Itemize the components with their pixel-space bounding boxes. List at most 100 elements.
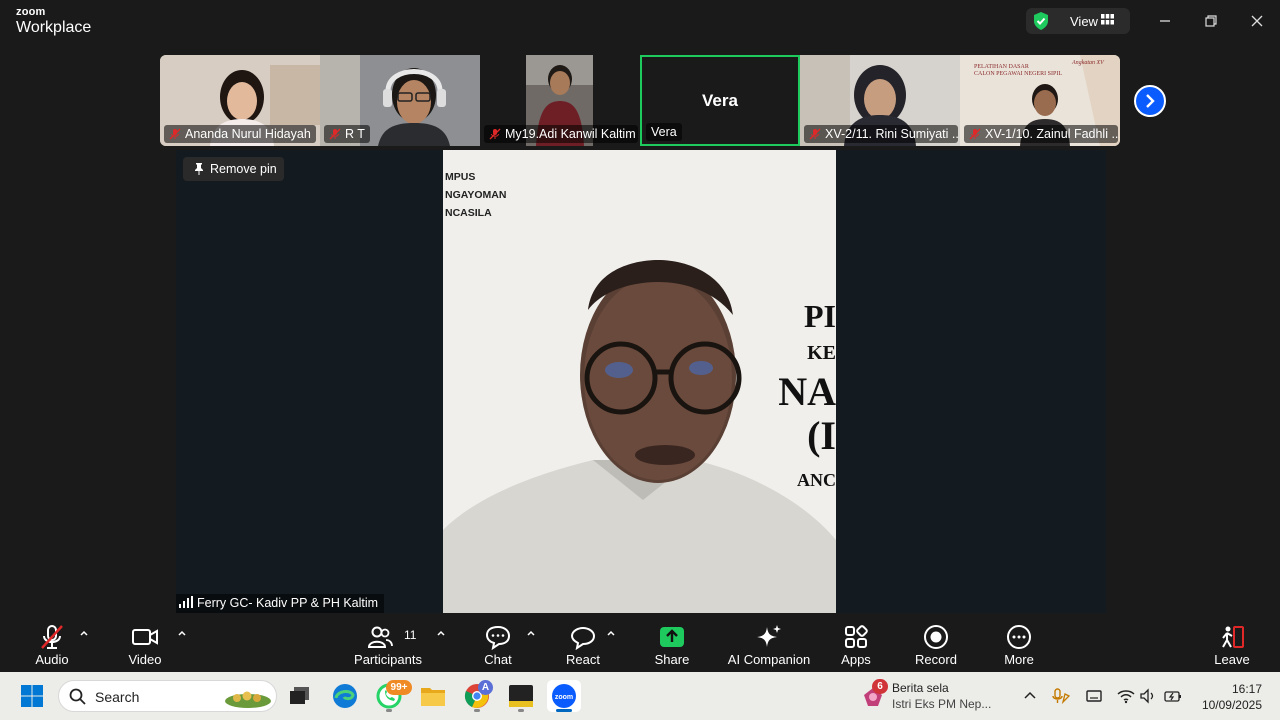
search-label: Search: [95, 689, 140, 705]
running-indicator: [474, 709, 480, 712]
participants-count: 11: [404, 628, 417, 642]
muted-mic-icon: [169, 128, 181, 140]
more-label: More: [1004, 652, 1034, 667]
slide-title-text: PELATIHAN DASAR: [974, 64, 1029, 70]
more-button[interactable]: More: [989, 613, 1049, 671]
chevron-up-icon[interactable]: [1021, 688, 1039, 704]
active-indicator: [556, 709, 572, 712]
apps-button[interactable]: Apps: [826, 613, 886, 671]
muted-mic-icon: [809, 128, 821, 140]
participant-tile[interactable]: R T: [320, 55, 480, 146]
speaker-name-text: Ferry GC- Kadiv PP & PH Kaltim: [197, 596, 379, 610]
muted-mic-icon: [969, 128, 981, 140]
taskbar-app-task-view[interactable]: [283, 680, 317, 712]
running-indicator: [518, 709, 524, 712]
news-badge: 6: [872, 679, 888, 694]
taskbar-clock[interactable]: 16:17 10/09/2025: [1202, 681, 1262, 713]
remove-pin-label: Remove pin: [210, 162, 277, 176]
chevron-up-icon[interactable]: [176, 627, 188, 639]
taskbar-app-terminal[interactable]: [504, 680, 538, 712]
muted-mic-icon: [41, 625, 63, 649]
close-icon[interactable]: [1246, 10, 1268, 32]
taskbar-search-box[interactable]: Search: [58, 680, 277, 712]
speaker-name-label: Ferry GC- Kadiv PP & PH Kaltim: [176, 594, 385, 613]
whatsapp-badge: 99+: [386, 680, 412, 695]
svg-text:zoom: zoom: [555, 694, 573, 701]
news-title: Berita sela: [892, 681, 949, 695]
participant-name: R T: [324, 125, 370, 143]
mic-in-use-icon[interactable]: [1052, 688, 1070, 704]
audio-button[interactable]: Audio: [22, 613, 82, 671]
participants-icon: [367, 626, 393, 648]
participant-name: Ananda Nurul Hidayah: [164, 125, 316, 143]
speaker-video: MPUS NGAYOMAN NCASILA PI KE NA (I ANC: [443, 150, 836, 613]
participant-name: XV-2/11. Rini Sumiyati ...: [804, 125, 958, 143]
volume-icon[interactable]: [1139, 688, 1157, 704]
minimize-icon[interactable]: [1154, 10, 1176, 32]
participant-tile[interactable]: My19.Adi Kanwil Kaltim: [480, 55, 640, 146]
restore-icon[interactable]: [1200, 10, 1222, 32]
edge-browser-icon: [333, 684, 357, 708]
chevron-up-icon[interactable]: [605, 627, 617, 639]
ai-companion-button[interactable]: AI Companion: [726, 613, 812, 671]
record-label: Record: [915, 652, 957, 667]
chevron-up-icon[interactable]: [525, 627, 537, 639]
leave-door-icon: [1222, 626, 1244, 648]
chat-button[interactable]: Chat: [468, 613, 528, 671]
pin-icon: [195, 163, 203, 175]
clock-date: 10/09/2025: [1201, 698, 1262, 712]
display-icon[interactable]: [1085, 688, 1103, 704]
leave-button[interactable]: Leave: [1202, 613, 1262, 671]
ai-companion-label: AI Companion: [727, 652, 811, 667]
running-indicator: [386, 709, 392, 712]
meeting-toolbar: Audio Video Participants 11 Chat React S…: [0, 613, 1280, 671]
participant-name-text: XV-1/10. Zainul Fadhli ...: [985, 127, 1118, 141]
participant-big-name: Vera: [702, 91, 738, 110]
participant-name: Vera: [646, 123, 682, 141]
react-button[interactable]: React: [553, 613, 613, 671]
chat-label: Chat: [484, 652, 512, 667]
share-button[interactable]: Share: [642, 613, 702, 671]
participant-name-text: R T: [345, 127, 365, 141]
taskbar-app-file-explorer[interactable]: [416, 680, 450, 712]
windows-taskbar: Search 99+ A zoom 6 Berita sela Istri Ek…: [0, 672, 1280, 720]
news-subtitle: Istri Eks PM Nep...: [892, 697, 992, 711]
participant-tile[interactable]: Ananda Nurul Hidayah: [160, 55, 320, 146]
title-bar: zoom Workplace View: [0, 0, 1280, 45]
view-label: View: [1070, 14, 1098, 29]
audio-label: Audio: [35, 652, 69, 667]
remove-pin-button[interactable]: Remove pin: [183, 157, 284, 181]
wifi-icon[interactable]: [1117, 688, 1135, 704]
task-view-icon: [290, 687, 309, 704]
speaker-figure: [443, 260, 836, 613]
logo-zoom-text: zoom: [16, 6, 46, 18]
chevron-up-icon[interactable]: [78, 627, 90, 639]
video-camera-icon: [132, 629, 158, 645]
news-widget[interactable]: 6 Berita sela Istri Eks PM Nep...: [858, 679, 998, 712]
share-label: Share: [654, 652, 690, 667]
windows-start-icon[interactable]: [21, 685, 43, 707]
next-page-button[interactable]: [1134, 85, 1166, 117]
chevron-up-icon[interactable]: [435, 627, 447, 639]
chevron-right-icon: [1146, 94, 1155, 108]
participant-name-text: Vera: [651, 125, 677, 139]
participant-tile-active-speaker[interactable]: Vera Vera: [640, 55, 800, 146]
apps-label: Apps: [841, 652, 871, 667]
participant-name: XV-1/10. Zainul Fadhli ...: [964, 125, 1118, 143]
participant-tile[interactable]: PELATIHAN DASAR CALON PEGAWAI NEGERI SIP…: [960, 55, 1120, 146]
folder-icon: [421, 688, 445, 706]
video-button[interactable]: Video: [115, 613, 175, 671]
signal-bars-icon: [179, 596, 193, 608]
taskbar-app-edge[interactable]: [328, 680, 362, 712]
slide-badge-text: Angkatan XV: [1072, 60, 1104, 66]
security-shield-icon[interactable]: [1032, 11, 1050, 31]
participant-tile[interactable]: XV-2/11. Rini Sumiyati ...: [800, 55, 960, 146]
taskbar-app-zoom[interactable]: zoom: [547, 680, 581, 712]
heart-icon: [570, 626, 596, 650]
participants-button[interactable]: Participants: [353, 613, 423, 671]
chat-bubble-icon: [485, 625, 511, 650]
chrome-profile-badge: A: [478, 680, 493, 695]
battery-charging-icon[interactable]: [1164, 688, 1182, 704]
record-button[interactable]: Record: [906, 613, 966, 671]
participant-strip: Ananda Nurul Hidayah R T My19.Adi Kanwil…: [160, 55, 1120, 146]
